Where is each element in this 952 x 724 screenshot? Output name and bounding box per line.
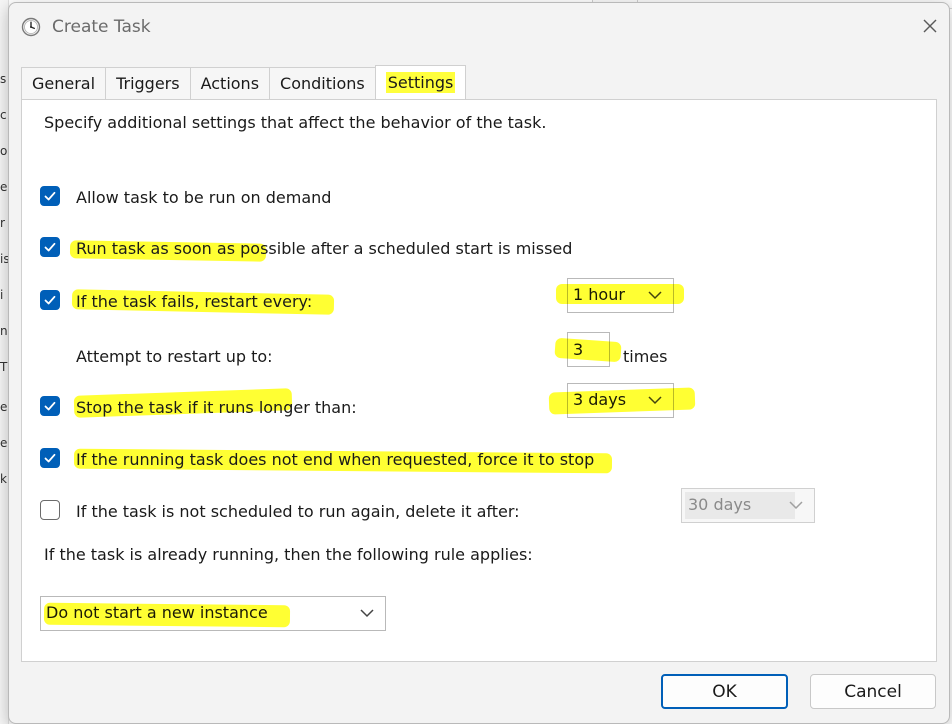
checkmark-icon: [44, 401, 56, 411]
run-missed-checkbox[interactable]: [40, 237, 60, 257]
settings-panel: Specify additional settings that affect …: [21, 99, 937, 662]
background-letter: r: [0, 216, 5, 230]
restart-on-fail-label: If the task fails, restart every:: [76, 292, 313, 311]
screen: s c o e r is i n T e e k Create Task Gen…: [0, 0, 952, 724]
restart-interval-dropdown[interactable]: 1 hour: [567, 278, 674, 313]
chevron-down-icon: [789, 501, 803, 510]
dialog-title: Create Task: [52, 17, 151, 37]
stop-long-label: Stop the task if it runs longer than:: [76, 398, 357, 417]
force-stop-checkbox[interactable]: [40, 448, 60, 468]
chevron-down-icon: [648, 291, 662, 300]
restart-attempts-suffix: times: [623, 347, 668, 366]
tab-label: Actions: [200, 74, 260, 93]
cancel-button[interactable]: Cancel: [810, 674, 936, 709]
restart-on-fail-checkbox[interactable]: [40, 290, 60, 310]
chevron-down-icon: [360, 609, 374, 618]
stop-long-checkbox[interactable]: [40, 396, 60, 416]
background-letter: n: [0, 324, 8, 338]
allow-on-demand-checkbox[interactable]: [40, 186, 60, 206]
tab-settings[interactable]: Settings: [374, 65, 467, 99]
stop-duration-value: 3 days: [573, 390, 627, 409]
rule-dropdown[interactable]: Do not start a new instance: [40, 596, 386, 631]
tab-general[interactable]: General: [21, 67, 107, 99]
tab-label: Triggers: [116, 74, 180, 93]
tab-label: Settings: [385, 72, 456, 93]
settings-intro: Specify additional settings that affect …: [44, 113, 547, 132]
tab-conditions[interactable]: Conditions: [269, 67, 376, 99]
background-letter: e: [0, 180, 8, 194]
run-missed-label: Run task as soon as possible after a sch…: [76, 239, 573, 258]
tab-bar: General Triggers Actions Conditions Sett…: [21, 65, 467, 100]
title-bar[interactable]: Create Task: [9, 3, 949, 51]
tab-triggers[interactable]: Triggers: [105, 67, 191, 99]
restart-attempts-field[interactable]: [568, 333, 609, 366]
chevron-down-icon: [648, 396, 662, 405]
restart-attempts-input[interactable]: [567, 332, 610, 367]
clock-icon: [21, 17, 41, 37]
delete-after-checkbox[interactable]: [40, 500, 60, 520]
background-letter: c: [0, 108, 7, 122]
background-letter: s: [0, 72, 7, 86]
delete-after-dropdown: 30 days: [681, 488, 815, 523]
tab-label: Conditions: [280, 74, 365, 93]
background-letter: T: [0, 360, 8, 374]
tab-label: General: [32, 74, 96, 93]
delete-after-label: If the task is not scheduled to run agai…: [76, 502, 520, 521]
background-letter: e: [0, 436, 8, 450]
close-button[interactable]: [915, 11, 945, 41]
background-letter: o: [0, 144, 8, 158]
rule-label: If the task is already running, then the…: [44, 545, 533, 564]
delete-after-value: 30 days: [688, 495, 752, 514]
background-letter: is: [0, 252, 8, 266]
create-task-dialog: Create Task General Triggers Actions Con…: [8, 2, 950, 724]
background-letter: i: [0, 288, 4, 302]
restart-attempts-label: Attempt to restart up to:: [76, 347, 273, 366]
checkmark-icon: [44, 242, 56, 252]
restart-interval-value: 1 hour: [573, 285, 625, 304]
checkmark-icon: [44, 453, 56, 463]
close-icon: [923, 19, 937, 33]
force-stop-label: If the running task does not end when re…: [76, 450, 595, 469]
allow-on-demand-label: Allow task to be run on demand: [76, 188, 332, 207]
stop-duration-dropdown[interactable]: 3 days: [567, 383, 674, 418]
checkmark-icon: [44, 191, 56, 201]
rule-value: Do not start a new instance: [46, 603, 268, 622]
background-letter: e: [0, 400, 8, 414]
ok-button[interactable]: OK: [661, 674, 788, 709]
checkmark-icon: [44, 295, 56, 305]
tab-actions[interactable]: Actions: [189, 67, 271, 99]
background-letter: k: [0, 472, 7, 486]
